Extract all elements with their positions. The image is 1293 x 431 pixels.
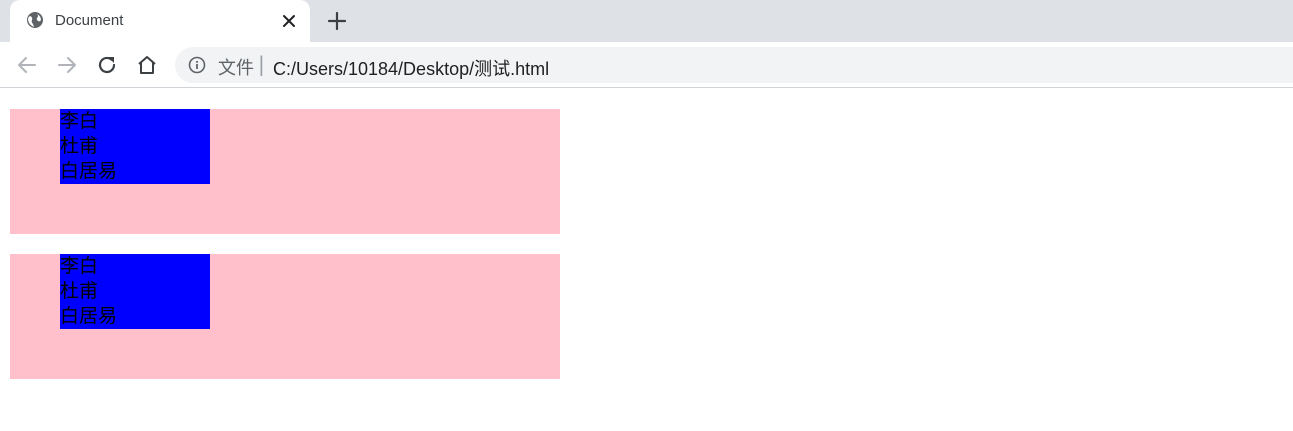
browser-tab[interactable]: Document bbox=[10, 0, 310, 42]
list-item: 杜甫 bbox=[60, 135, 99, 157]
browser-toolbar: 文件 | C:/Users/10184/Desktop/测试.html bbox=[0, 42, 1293, 88]
arrow-left-icon[interactable] bbox=[15, 53, 39, 77]
blue-list: 李白 杜甫 白居易 bbox=[60, 254, 210, 329]
list-item: 白居易 bbox=[60, 305, 118, 327]
reload-icon[interactable] bbox=[95, 53, 119, 77]
close-icon[interactable] bbox=[281, 13, 297, 29]
address-bar[interactable]: 文件 | C:/Users/10184/Desktop/测试.html bbox=[175, 47, 1293, 83]
blue-list: 李白 杜甫 白居易 bbox=[60, 109, 210, 184]
list-item: 李白 bbox=[60, 110, 99, 132]
page-content: 李白 杜甫 白居易 李白 杜甫 白居易 bbox=[0, 89, 1293, 431]
pink-box: 李白 杜甫 白居易 bbox=[10, 254, 560, 379]
list-item: 杜甫 bbox=[60, 280, 99, 302]
chip-separator: | bbox=[258, 52, 265, 76]
globe-icon bbox=[27, 12, 43, 28]
arrow-right-icon[interactable] bbox=[55, 53, 79, 77]
site-info-chip-label[interactable]: 文件 bbox=[218, 54, 254, 80]
url-text[interactable]: C:/Users/10184/Desktop/测试.html bbox=[273, 55, 549, 81]
tab-strip: Document bbox=[0, 0, 1293, 42]
tab-title: Document bbox=[55, 12, 124, 29]
home-icon[interactable] bbox=[135, 53, 159, 77]
list-item: 白居易 bbox=[60, 160, 118, 182]
plus-icon[interactable] bbox=[326, 10, 348, 32]
info-icon[interactable] bbox=[188, 56, 206, 74]
pink-box: 李白 杜甫 白居易 bbox=[10, 109, 560, 234]
list-item: 李白 bbox=[60, 255, 99, 277]
